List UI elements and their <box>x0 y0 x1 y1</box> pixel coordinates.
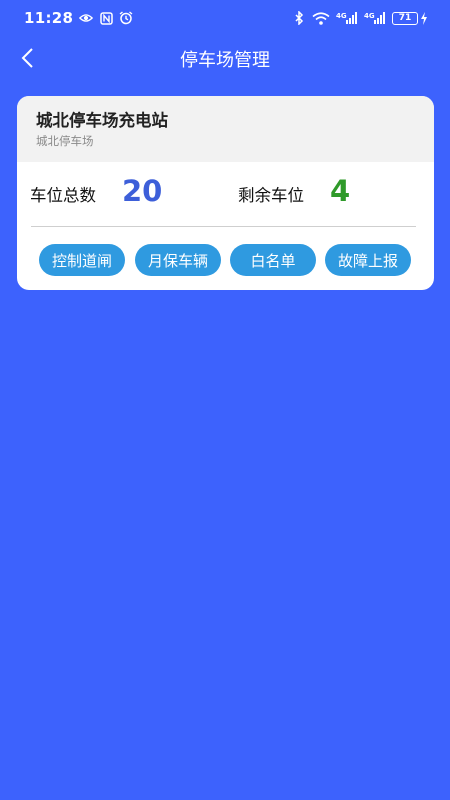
station-card-header: 城北停车场充电站 城北停车场 <box>17 96 434 162</box>
alarm-icon <box>119 11 133 25</box>
gate-control-button[interactable]: 控制道闸 <box>39 244 125 276</box>
eye-icon <box>79 11 94 25</box>
whitelist-button[interactable]: 白名单 <box>230 244 316 276</box>
header: 停车场管理 <box>0 38 450 78</box>
station-subtitle: 城北停车场 <box>36 134 94 148</box>
status-bar: 11:28 4G 4G 71 <box>0 0 450 36</box>
total-spaces-label: 车位总数 <box>30 186 96 205</box>
fault-report-button[interactable]: 故障上报 <box>325 244 411 276</box>
svg-text:4G: 4G <box>336 12 347 20</box>
remaining-spaces-label: 剩余车位 <box>238 186 304 205</box>
svg-text:4G: 4G <box>364 12 375 20</box>
nfc-icon <box>99 11 113 25</box>
charging-icon <box>421 11 427 25</box>
wifi-icon <box>312 11 330 25</box>
battery-level: 71 <box>392 11 418 25</box>
status-left: 11:28 <box>24 9 133 27</box>
status-time: 11:28 <box>24 9 74 27</box>
total-spaces-value: 20 <box>122 174 163 208</box>
signal-4g-icon: 4G <box>364 11 386 25</box>
page-title: 停车场管理 <box>180 50 270 71</box>
battery-icon: 71 <box>392 11 428 25</box>
station-card[interactable]: 城北停车场充电站 城北停车场 车位总数 20 剩余车位 4 控制道闸 月保车辆 … <box>17 96 434 290</box>
station-name: 城北停车场充电站 <box>36 111 168 130</box>
status-right: 4G 4G 71 <box>292 11 428 25</box>
divider <box>31 226 416 227</box>
remaining-spaces-value: 4 <box>330 174 351 208</box>
monthly-vehicles-button[interactable]: 月保车辆 <box>135 244 221 276</box>
bluetooth-icon <box>292 11 306 25</box>
signal-4g-icon: 4G <box>336 11 358 25</box>
station-stats: 车位总数 20 剩余车位 4 <box>17 162 434 224</box>
